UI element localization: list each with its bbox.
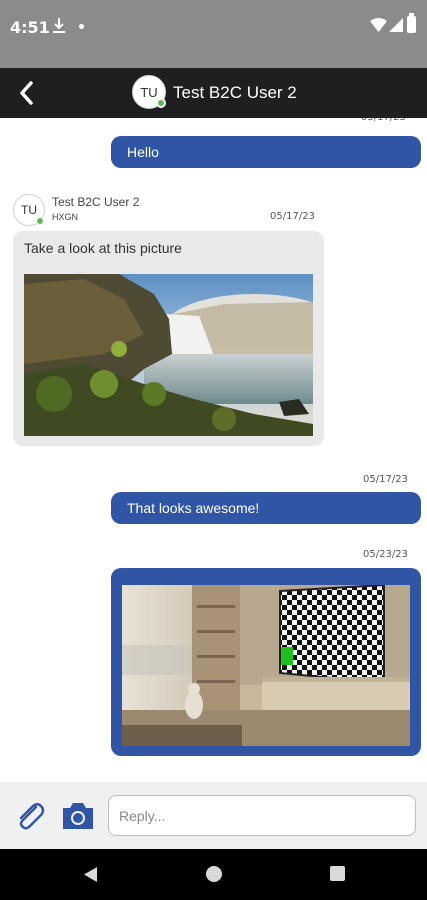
message-text: That looks awesome!: [127, 500, 260, 516]
message-timestamp: 05/23/23: [363, 549, 408, 560]
reply-input[interactable]: [108, 795, 416, 836]
home-circle-icon[interactable]: [206, 866, 222, 882]
outgoing-message[interactable]: That looks awesome!: [111, 492, 421, 524]
contact-avatar-initials: TU: [140, 84, 158, 100]
status-bar: 4:51: [0, 0, 427, 68]
sender-name: Test B2C User 2: [52, 195, 140, 209]
attach-button[interactable]: [12, 798, 48, 834]
download-icon: [53, 18, 65, 33]
message-timestamp-clipped: 05/17/23: [361, 118, 406, 123]
sender-avatar-initials: TU: [21, 203, 37, 217]
signal-icon: [389, 18, 403, 32]
waterfall-photo[interactable]: [24, 274, 313, 436]
camera-button[interactable]: [60, 800, 96, 832]
room-tv-photo[interactable]: [122, 585, 410, 746]
wifi-icon: [370, 18, 387, 32]
chevron-left-icon: [20, 81, 33, 105]
message-list[interactable]: 05/17/23 Hello TU Test B2C User 2 HXGN 0…: [0, 118, 427, 782]
sender-online-dot: [36, 217, 44, 225]
contact-name-title[interactable]: Test B2C User 2: [173, 83, 297, 103]
sender-avatar[interactable]: TU: [13, 194, 45, 226]
message-timestamp: 05/17/23: [270, 211, 315, 222]
back-triangle-icon[interactable]: [82, 866, 98, 883]
chat-header: TU Test B2C User 2: [0, 68, 427, 118]
battery-icon: [407, 13, 416, 33]
chat-screen: 4:51 TU Test B2C User 2 05/17/23: [0, 0, 427, 900]
recents-square-icon[interactable]: [330, 866, 345, 881]
status-time: 4:51: [10, 18, 50, 37]
message-text: Take a look at this picture: [24, 240, 182, 256]
message-timestamp: 05/17/23: [363, 474, 408, 485]
sender-org: HXGN: [52, 212, 79, 222]
back-button[interactable]: [10, 77, 42, 109]
message-composer: [0, 782, 427, 849]
message-text: Hello: [127, 144, 159, 160]
paperclip-icon: [19, 803, 45, 830]
system-nav-bar: [0, 849, 427, 900]
contact-avatar[interactable]: TU: [132, 75, 166, 109]
outgoing-message[interactable]: Hello: [111, 136, 421, 168]
notification-dot-icon: [79, 24, 84, 29]
outgoing-photo-message[interactable]: [111, 568, 421, 756]
online-status-dot: [156, 98, 166, 108]
camera-icon: [63, 803, 93, 829]
incoming-message[interactable]: Take a look at this picture: [13, 231, 324, 446]
